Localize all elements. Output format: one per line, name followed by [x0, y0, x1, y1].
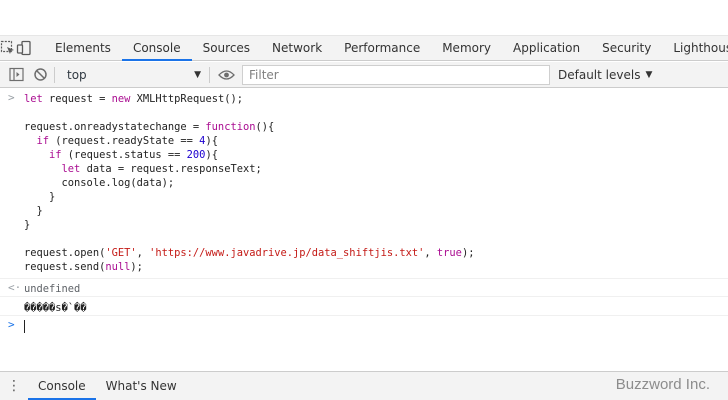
code-line: request.onreadystatechange = function(){	[24, 121, 275, 133]
input-code: let request = new XMLHttpRequest(); requ…	[24, 92, 728, 274]
code-line: }	[24, 205, 43, 217]
console-prompt[interactable]: >	[0, 316, 728, 338]
console-input-entry: > let request = new XMLHttpRequest(); re…	[0, 89, 728, 279]
drawer-tab-whats-new[interactable]: What's New	[96, 372, 187, 400]
tab-elements[interactable]: Elements	[44, 36, 122, 60]
code-line: }	[24, 191, 56, 203]
context-selector[interactable]: top ▼	[63, 65, 205, 85]
brand-watermark: Buzzword Inc.	[615, 376, 710, 393]
tab-security[interactable]: Security	[591, 36, 662, 60]
code-line: if (request.readyState == 4){	[36, 135, 218, 147]
devtools-tab-bar: Elements Console Sources Network Perform…	[0, 36, 728, 61]
console-toolbar: top ▼ Default levels ▼	[0, 62, 728, 88]
log-levels-dropdown[interactable]: Default levels ▼	[558, 68, 652, 82]
browser-top-area	[0, 0, 728, 36]
prompt-chevron-icon: >	[8, 318, 15, 331]
code-line: if (request.status == 200){	[49, 149, 218, 161]
more-tools-icon[interactable]: ⋮	[0, 372, 28, 400]
tab-memory[interactable]: Memory	[431, 36, 502, 60]
clear-console-icon[interactable]	[28, 63, 52, 87]
tab-performance[interactable]: Performance	[333, 36, 431, 60]
log-output: �����s�`��	[24, 302, 87, 314]
dropdown-arrow-icon: ▼	[194, 69, 201, 80]
filter-input[interactable]	[242, 64, 550, 85]
tab-lighthouse[interactable]: Lighthouse	[662, 36, 728, 60]
log-levels-label: Default levels	[558, 67, 641, 82]
inspect-element-icon[interactable]	[0, 36, 16, 60]
input-chevron-icon: >	[8, 91, 15, 104]
tab-network[interactable]: Network	[261, 36, 333, 60]
device-toolbar-icon[interactable]	[16, 36, 32, 60]
result-arrow-icon: <·	[8, 281, 22, 294]
console-log-entry: �����s�`��	[0, 297, 728, 316]
code-line: let data = request.responseText;	[61, 163, 262, 175]
dropdown-arrow-icon: ▼	[645, 69, 653, 80]
text-cursor	[24, 320, 25, 333]
tab-application[interactable]: Application	[502, 36, 591, 60]
code-line: console.log(data);	[24, 177, 175, 189]
toolbar-separator	[54, 66, 55, 83]
code-line: request.open('GET', 'https://www.javadri…	[24, 247, 475, 259]
live-expression-eye-icon[interactable]	[214, 63, 238, 87]
show-sidebar-icon[interactable]	[4, 63, 28, 87]
toolbar-separator	[209, 66, 210, 83]
code-line: }	[24, 219, 31, 231]
console-messages[interactable]: > let request = new XMLHttpRequest(); re…	[0, 89, 728, 371]
context-value: top	[67, 67, 87, 82]
code-line: let request = new XMLHttpRequest();	[24, 93, 243, 105]
tab-console[interactable]: Console	[121, 36, 192, 61]
drawer-tab-bar: ⋮ Console What's New Buzzword Inc.	[0, 371, 728, 400]
drawer-tab-console[interactable]: Console	[28, 372, 96, 400]
console-result-entry: <· undefined	[0, 279, 728, 297]
result-value: undefined	[24, 283, 81, 295]
code-line: request.send(null);	[24, 261, 143, 273]
tab-sources[interactable]: Sources	[192, 36, 261, 60]
